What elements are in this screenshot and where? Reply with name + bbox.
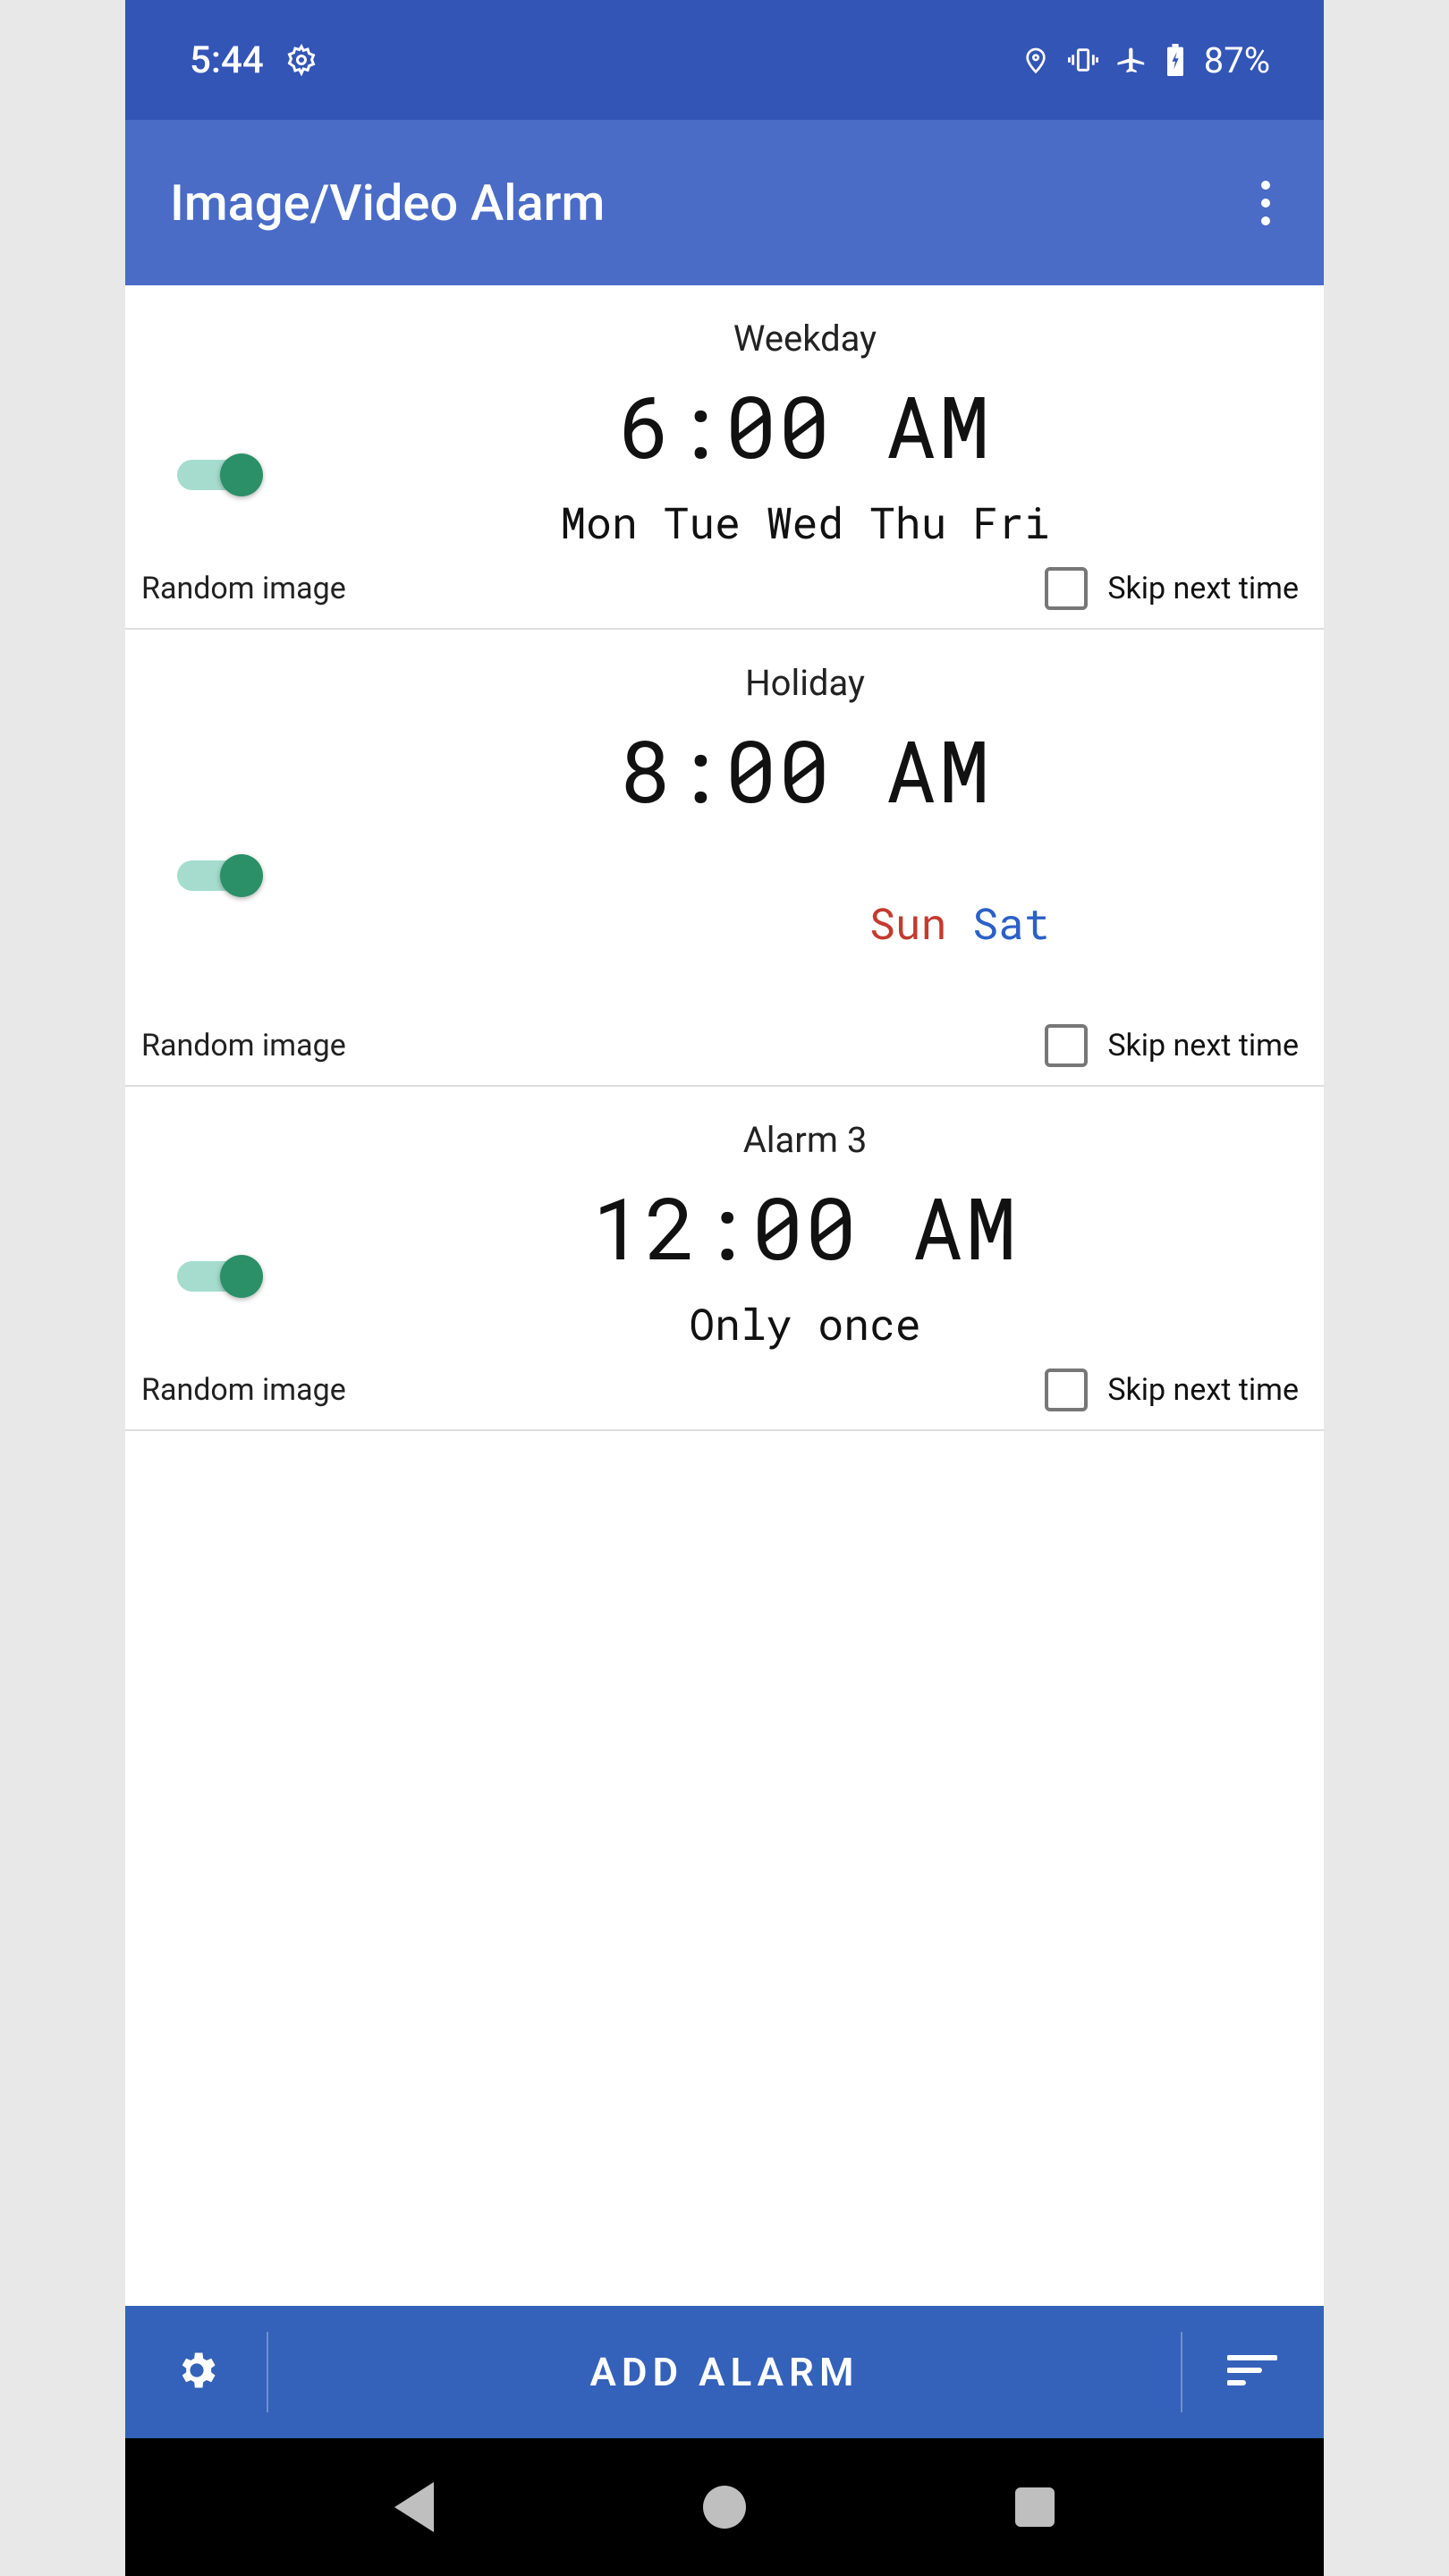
settings-button[interactable]: [125, 2306, 268, 2438]
alarm-title: Weekday: [302, 318, 1308, 360]
status-left: 5:44: [190, 38, 318, 82]
alarm-time: 8:00 AM: [302, 713, 1308, 826]
skip-next-time-checkbox[interactable]: Skip next time: [1045, 1368, 1299, 1411]
status-right: 87%: [1021, 39, 1270, 81]
alarm-toggle[interactable]: [177, 457, 267, 493]
skip-next-time-checkbox[interactable]: Skip next time: [1045, 567, 1299, 610]
alarm-days: Mon Tue Wed Thu Fri: [302, 495, 1308, 551]
alarm-toggle[interactable]: [177, 1258, 267, 1294]
alarm-item-weekday[interactable]: Weekday 6:00 AM Mon Tue Wed Thu Fri Rand…: [125, 285, 1324, 630]
nav-recent-icon[interactable]: [1015, 2487, 1055, 2527]
battery-percent: 87%: [1204, 39, 1270, 81]
gear-icon: [174, 2347, 220, 2397]
status-time: 5:44: [190, 38, 264, 82]
battery-icon: [1165, 44, 1186, 76]
alarm-subtext: Random image: [141, 571, 346, 606]
alarm-toggle[interactable]: [177, 858, 267, 894]
skip-label: Skip next time: [1107, 1028, 1299, 1063]
skip-label: Skip next time: [1107, 571, 1299, 606]
app-bar: Image/Video Alarm: [125, 120, 1324, 285]
airplane-icon: [1116, 45, 1147, 75]
alarm-days: Sun Sat: [302, 839, 1308, 1008]
alarm-time: 12:00 AM: [302, 1170, 1308, 1284]
bottom-bar: ADD ALARM: [125, 2306, 1324, 2438]
status-bar: 5:44: [125, 0, 1324, 120]
alarm-title: Holiday: [302, 662, 1308, 704]
sort-icon: [1227, 2352, 1277, 2392]
day-sun: Sun: [869, 895, 946, 952]
nav-back-icon[interactable]: [394, 2482, 434, 2532]
checkbox-icon: [1045, 1368, 1088, 1411]
app-title: Image/Video Alarm: [170, 174, 605, 233]
skip-label: Skip next time: [1107, 1372, 1299, 1408]
day-sat: Sat: [972, 895, 1049, 952]
alarm-item-holiday[interactable]: Holiday 8:00 AM Sun Sat Random image Ski…: [125, 630, 1324, 1087]
skip-next-time-checkbox[interactable]: Skip next time: [1045, 1024, 1299, 1067]
location-icon: [1021, 46, 1050, 74]
alarm-list: Weekday 6:00 AM Mon Tue Wed Thu Fri Rand…: [125, 285, 1324, 2306]
alarm-title: Alarm 3: [302, 1119, 1308, 1161]
alarm-subtext: Random image: [141, 1028, 346, 1063]
sort-button[interactable]: [1181, 2306, 1324, 2438]
gear-icon: [285, 44, 318, 76]
alarm-subtext: Random image: [141, 1372, 346, 1408]
nav-home-icon[interactable]: [703, 2486, 746, 2529]
checkbox-icon: [1045, 567, 1088, 610]
add-alarm-button[interactable]: ADD ALARM: [268, 2349, 1181, 2395]
menu-overflow-icon[interactable]: [1243, 163, 1288, 243]
alarm-days: Only once: [302, 1296, 1308, 1352]
nav-bar: [125, 2438, 1324, 2576]
vibrate-icon: [1068, 45, 1098, 75]
alarm-time: 6:00 AM: [302, 369, 1308, 482]
alarm-item-3[interactable]: Alarm 3 12:00 AM Only once Random image …: [125, 1087, 1324, 1431]
checkbox-icon: [1045, 1024, 1088, 1067]
